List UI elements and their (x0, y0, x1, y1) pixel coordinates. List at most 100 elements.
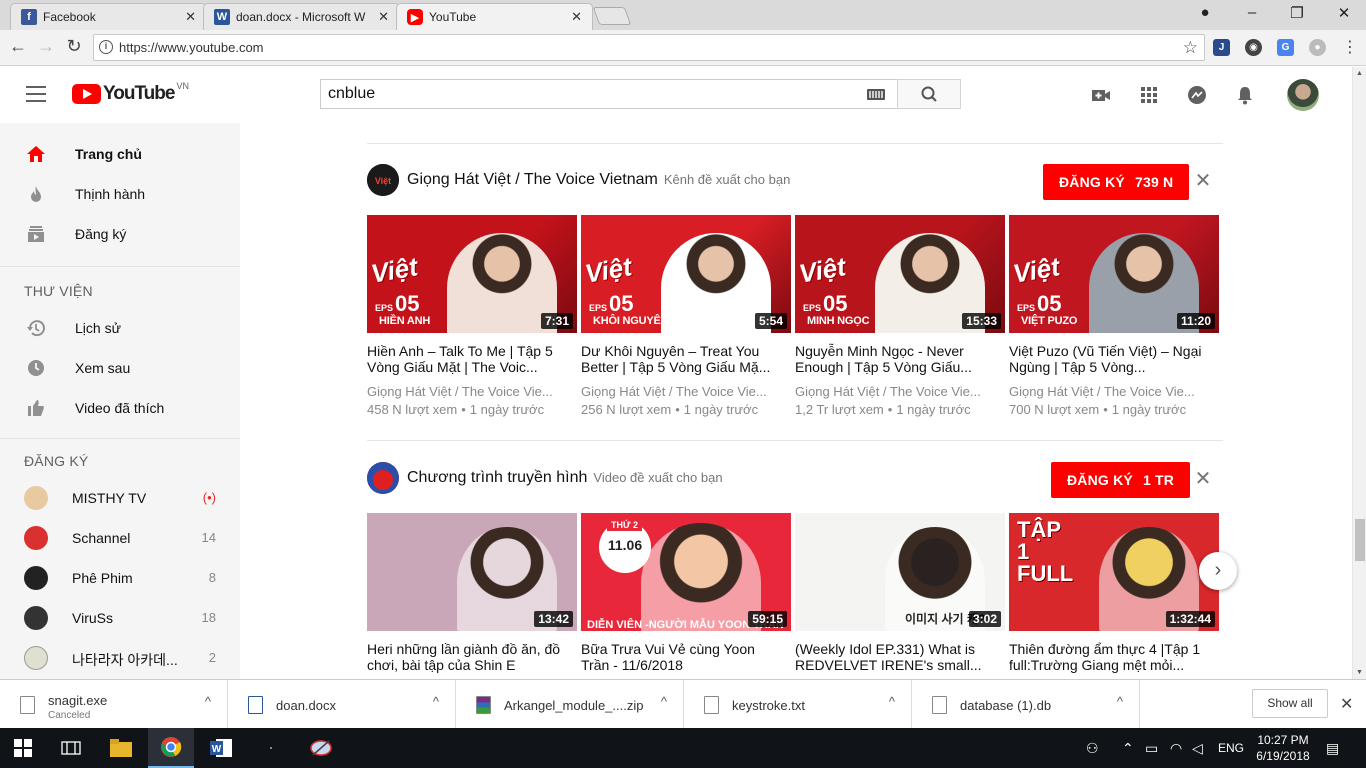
video-thumbnail[interactable]: 이미지 사기 캐? 3:02 (795, 513, 1005, 631)
keyboard-icon[interactable] (867, 89, 885, 100)
next-arrow-icon[interactable]: › (1199, 552, 1237, 590)
video-title[interactable]: Dư Khôi Nguyên – Treat You Better | Tập … (581, 343, 781, 375)
sidebar-item-history[interactable]: Lịch sử (0, 308, 240, 348)
close-icon[interactable]: ✕ (185, 9, 196, 25)
sidebar-item-trending[interactable]: Thịnh hành (0, 174, 240, 214)
extension-j-icon[interactable]: J (1213, 39, 1230, 56)
video-thumbnail[interactable]: Việt EPS05 HIỀN ANH 7:31 (367, 215, 577, 333)
action-center-icon[interactable]: ▤ (1326, 740, 1339, 757)
extension-circle-icon[interactable]: ◉ (1245, 39, 1262, 56)
channel-name[interactable]: Giọng Hát Việt / The Voice Vietnam (407, 171, 658, 188)
subscribe-button[interactable]: ĐĂNG KÝ 1 TR (1051, 462, 1191, 498)
subscription-item[interactable]: Phê Phim 8 (0, 558, 240, 598)
maximize-icon[interactable]: ❐ (1285, 4, 1309, 22)
chevron-up-icon[interactable]: ^ (433, 694, 439, 709)
youtube-logo[interactable]: YouTube VN (72, 81, 189, 105)
system-clock[interactable]: 10:27 PM 6/19/2018 (1253, 732, 1313, 764)
people-icon[interactable]: ⚇ (1086, 740, 1099, 757)
channel-avatar[interactable] (367, 462, 399, 494)
video-title[interactable]: Heri những lần giành đồ ăn, đồ chơi, bài… (367, 641, 567, 673)
close-downloads-icon[interactable]: ✕ (1340, 694, 1353, 714)
bookmark-star-icon[interactable]: ☆ (1183, 38, 1198, 58)
video-thumbnail[interactable]: Việt EPS05 KHÔI NGUYÊN 5:54 (581, 215, 791, 333)
video-thumbnail[interactable]: TẬP 1 FULL 1:32:44 (1009, 513, 1219, 631)
tab-facebook[interactable]: f Facebook ✕ (10, 3, 207, 30)
new-tab-button[interactable] (592, 7, 632, 25)
profile-icon[interactable]: ● (1193, 4, 1217, 21)
snipping-tool-icon[interactable] (298, 728, 344, 768)
user-avatar[interactable] (1287, 79, 1319, 111)
chevron-up-icon[interactable]: ^ (889, 694, 895, 709)
volume-icon[interactable]: ◁ (1192, 740, 1203, 757)
apps-grid-icon[interactable] (1138, 84, 1160, 106)
chrome-taskbar-icon[interactable] (148, 728, 194, 768)
chevron-up-icon[interactable]: ⌃ (1122, 740, 1134, 757)
tab-youtube[interactable]: ▶ YouTube ✕ (396, 3, 593, 30)
dismiss-shelf-icon[interactable]: ✕ (1193, 171, 1213, 191)
video-thumbnail[interactable]: THỨ 2 11.06 DIỄN VIÊN -NGƯỜI MẪU YOON TRẦN… (581, 513, 791, 631)
video-title[interactable]: Hiền Anh – Talk To Me | Tập 5 Vòng Giấu … (367, 343, 567, 375)
tab-word-doc[interactable]: W doan.docx - Microsoft W ✕ (203, 3, 400, 30)
video-title[interactable]: Thiên đường ẩm thực 4 |Tập 1 full:Trường… (1009, 641, 1209, 673)
video-title[interactable]: Bữa Trưa Vui Vẻ cùng Yoon Trần - 11/6/20… (581, 641, 781, 673)
scroll-down-icon[interactable]: ▼ (1356, 669, 1363, 676)
reload-icon[interactable]: ↻ (62, 36, 86, 57)
info-icon[interactable]: i (99, 40, 113, 54)
video-channel[interactable]: Giọng Hát Việt / The Voice Vie... (581, 383, 781, 401)
windows-start-icon[interactable] (0, 728, 46, 768)
video-channel[interactable]: Giọng Hát Việt / The Voice Vie... (795, 383, 995, 401)
video-channel[interactable]: Giọng Hát Việt / The Voice Vie... (367, 383, 567, 401)
minimize-icon[interactable]: – (1240, 4, 1264, 21)
video-title[interactable]: Việt Puzo (Vũ Tiến Việt) – Ngại Ngùng | … (1009, 343, 1209, 375)
subscription-item[interactable]: ViruSs 18 (0, 598, 240, 638)
channel-avatar[interactable]: Việt (367, 164, 399, 196)
sidebar-item-home[interactable]: Trang chủ (0, 134, 240, 174)
download-item[interactable]: keystroke.txt ^ (684, 680, 912, 729)
search-input[interactable] (328, 85, 848, 103)
dismiss-shelf-icon[interactable]: ✕ (1193, 469, 1213, 489)
download-item[interactable]: Arkangel_module_....zip ^ (456, 680, 684, 729)
app-taskbar-icon[interactable] (248, 728, 294, 768)
sidebar-item-watch-later[interactable]: Xem sau (0, 348, 240, 388)
video-thumbnail[interactable]: 13:42 (367, 513, 577, 631)
video-thumbnail[interactable]: Việt EPS05 VIỆT PUZO 11:20 (1009, 215, 1219, 333)
download-item[interactable]: database (1).db ^ (912, 680, 1140, 729)
search-button[interactable] (897, 79, 961, 109)
page-scrollbar[interactable]: ▲ ▼ (1352, 67, 1366, 679)
battery-icon[interactable]: ▭ (1145, 740, 1158, 757)
notifications-bell-icon[interactable] (1234, 84, 1256, 106)
subscription-item[interactable]: 나타라자 아카데... 2 (0, 638, 240, 678)
extension-gray-icon[interactable]: ● (1309, 39, 1326, 56)
chevron-up-icon[interactable]: ^ (1117, 694, 1123, 709)
subscription-item[interactable]: MISTHY TV (•) (0, 478, 240, 518)
wifi-icon[interactable]: ◠ (1170, 740, 1182, 757)
sidebar-item-subscriptions[interactable]: Đăng ký (0, 214, 240, 254)
upload-video-icon[interactable] (1090, 84, 1112, 106)
translate-icon[interactable]: G (1277, 39, 1294, 56)
scroll-up-icon[interactable]: ▲ (1356, 70, 1363, 77)
subscribe-button[interactable]: ĐĂNG KÝ 739 N (1043, 164, 1190, 200)
file-explorer-icon[interactable] (98, 728, 144, 768)
video-title[interactable]: (Weekly Idol EP.331) What is REDVELVET I… (795, 641, 995, 673)
download-item[interactable]: snagit.exe Canceled ^ (0, 680, 228, 729)
messages-icon[interactable] (1186, 84, 1208, 106)
subscription-item[interactable]: Schannel 14 (0, 518, 240, 558)
channel-name[interactable]: Chương trình truyền hình (407, 469, 587, 486)
close-window-icon[interactable]: ✕ (1332, 4, 1356, 22)
video-channel[interactable]: Giọng Hát Việt / The Voice Vie... (1009, 383, 1209, 401)
show-all-downloads-button[interactable]: Show all (1252, 689, 1328, 718)
close-icon[interactable]: ✕ (571, 9, 582, 25)
scrollbar-thumb[interactable] (1355, 519, 1365, 561)
language-indicator[interactable]: ENG (1218, 741, 1244, 755)
download-item[interactable]: doan.docx ^ (228, 680, 456, 729)
word-taskbar-icon[interactable]: W (198, 728, 244, 768)
sidebar-item-liked-videos[interactable]: Video đã thích (0, 388, 240, 428)
chevron-up-icon[interactable]: ^ (661, 694, 667, 709)
hamburger-menu-icon[interactable] (26, 86, 46, 102)
chevron-up-icon[interactable]: ^ (205, 694, 211, 709)
address-bar[interactable]: i https://www.youtube.com ☆ (93, 34, 1205, 61)
menu-dots-icon[interactable]: ⋮ (1338, 37, 1362, 57)
forward-icon[interactable]: → (34, 36, 58, 57)
task-view-icon[interactable] (48, 728, 94, 768)
back-icon[interactable]: ← (6, 36, 30, 57)
